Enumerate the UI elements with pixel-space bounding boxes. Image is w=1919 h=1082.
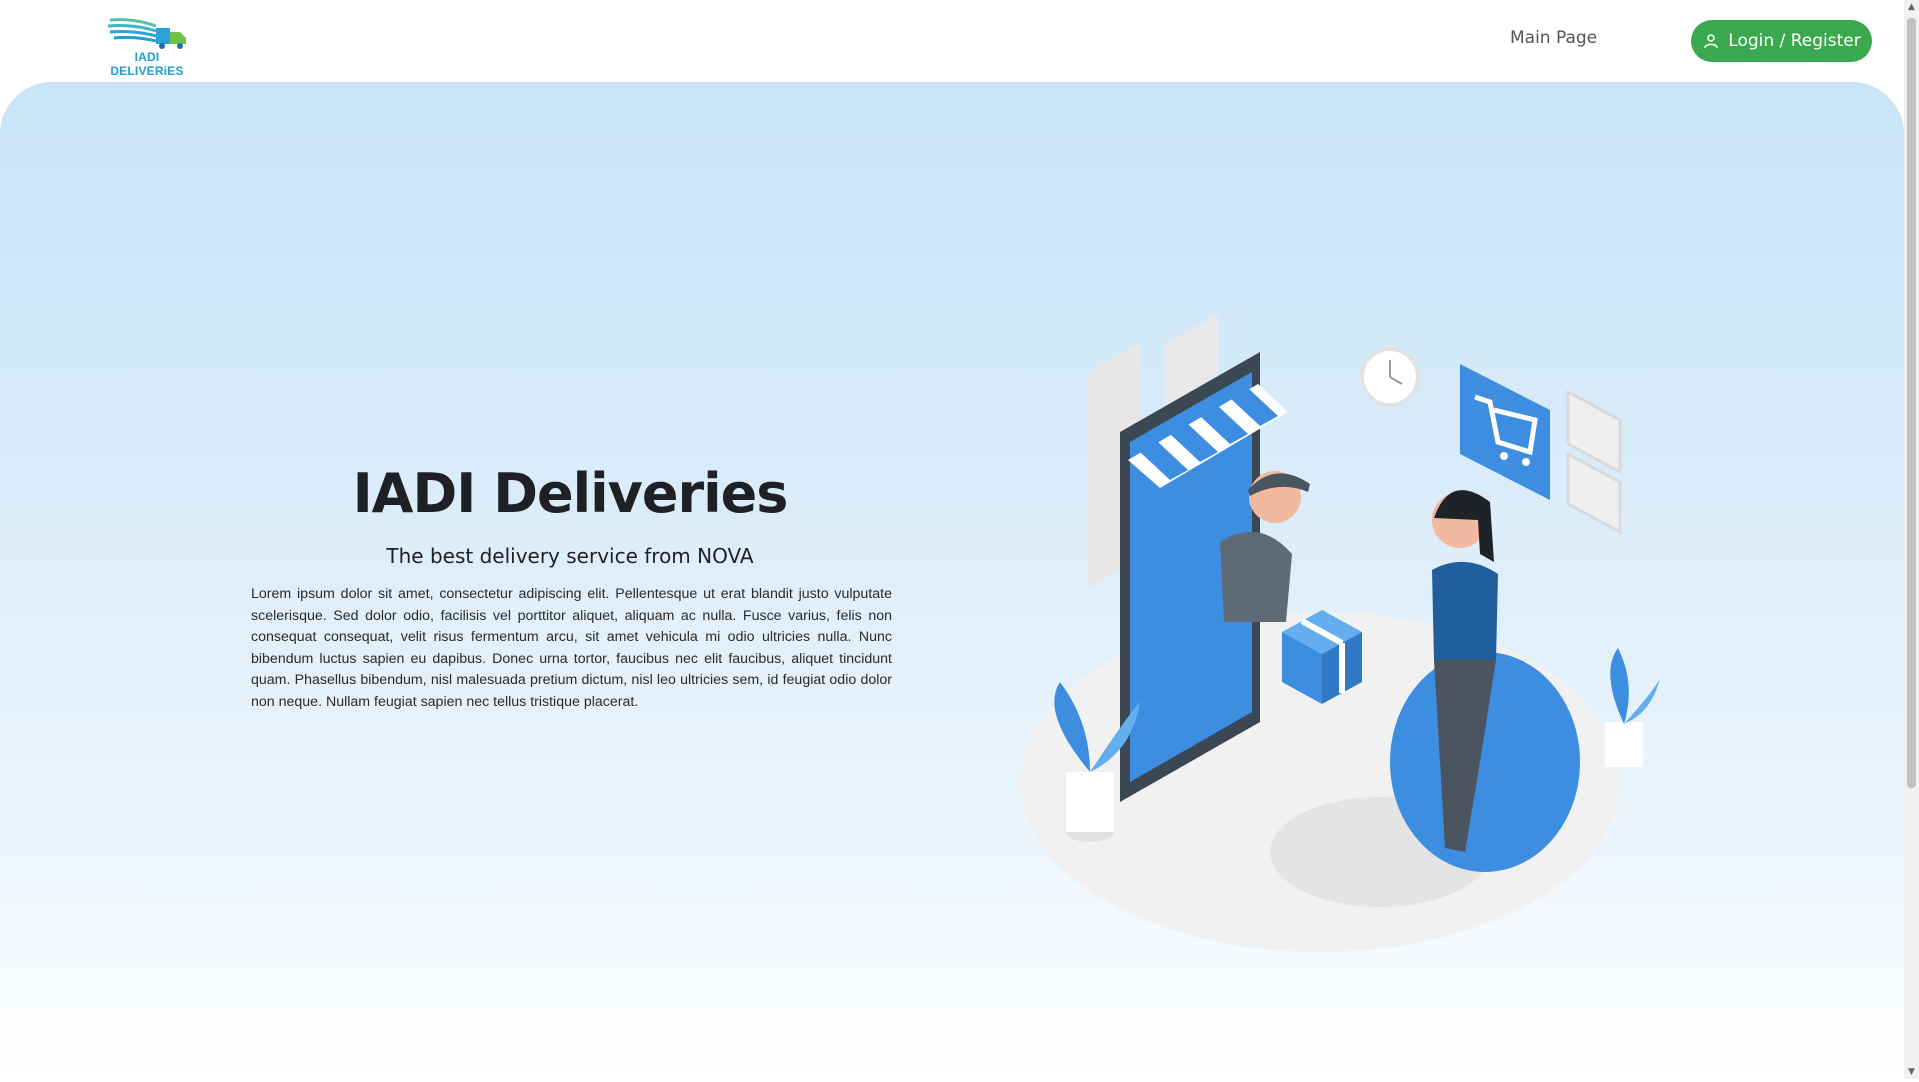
scroll-thumb[interactable] (1907, 18, 1916, 788)
brand-logo[interactable]: IADI DELIVERiES (104, 16, 190, 78)
login-register-button[interactable]: Login / Register (1691, 20, 1872, 62)
hero-title: IADI Deliveries (352, 462, 789, 525)
user-icon (1704, 34, 1719, 48)
nav-main-page[interactable]: Main Page (1510, 28, 1597, 48)
shopping-cart-icon (1460, 364, 1550, 500)
top-navbar: IADI DELIVERiES Main Page Login / Regist… (0, 0, 1904, 82)
hero-subtitle: The best delivery service from NOVA (386, 544, 754, 568)
logo-text: IADI DELIVERiES (110, 50, 184, 78)
scroll-up-arrow-icon[interactable]: ▲ (1907, 2, 1916, 12)
hero-description: Lorem ipsum dolor sit amet, consectetur … (251, 586, 892, 710)
delivery-illustration (1020, 314, 1660, 952)
plant-icon (1610, 648, 1629, 724)
truck-logo-icon (107, 18, 186, 49)
scroll-down-arrow-icon[interactable]: ▼ (1907, 1067, 1916, 1077)
hero-section: IADI Deliveries The best delivery servic… (0, 82, 1904, 1082)
login-register-label: Login / Register (1728, 31, 1861, 51)
vertical-scrollbar[interactable]: ▲ ▼ (1904, 0, 1919, 1079)
